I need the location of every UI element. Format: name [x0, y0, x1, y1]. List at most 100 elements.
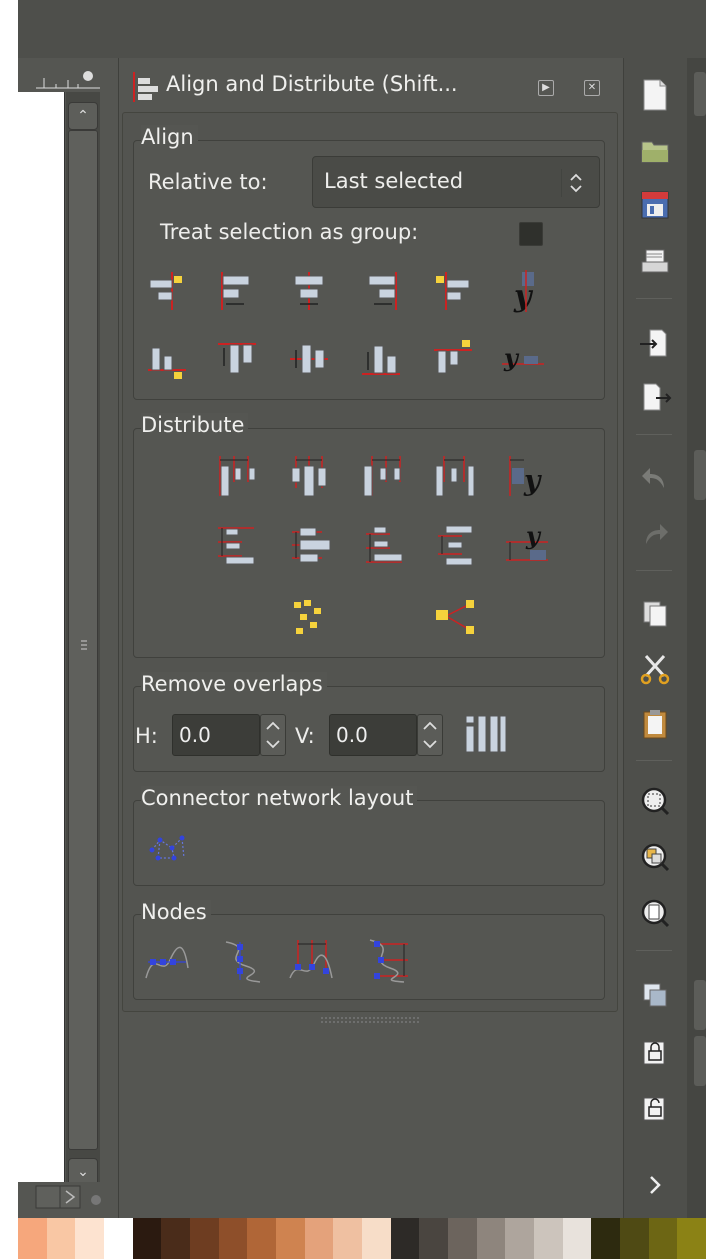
- scroll-up-button[interactable]: ⌃: [68, 102, 98, 130]
- export-button[interactable]: [634, 376, 676, 418]
- zoom-page-button[interactable]: [634, 892, 676, 934]
- palette-swatch[interactable]: [448, 1218, 477, 1259]
- redo-button[interactable]: [634, 514, 676, 556]
- align-top-to-bottom-button[interactable]: [144, 336, 190, 382]
- palette-swatch[interactable]: [591, 1218, 621, 1259]
- palette-swatch[interactable]: [419, 1218, 449, 1259]
- palette-swatch[interactable]: [132, 1218, 162, 1259]
- distribute-top-icon: [218, 527, 255, 565]
- h-gap-stepper[interactable]: [260, 714, 286, 756]
- snap-bar-button[interactable]: [694, 72, 706, 116]
- clone-button[interactable]: [634, 1032, 676, 1074]
- align-top-icon: [218, 343, 256, 374]
- distribute-left-edges-button[interactable]: [212, 452, 258, 498]
- palette-swatch[interactable]: [218, 1218, 248, 1259]
- cut-button[interactable]: [634, 648, 676, 690]
- duplicate-button[interactable]: [634, 974, 676, 1016]
- scroll-thumb[interactable]: [68, 130, 98, 1150]
- save-button[interactable]: [634, 184, 676, 226]
- new-document-button[interactable]: [634, 74, 676, 116]
- palette-swatch[interactable]: [562, 1218, 592, 1259]
- palette-swatch[interactable]: [104, 1218, 133, 1259]
- distribute-centers-vertically-button[interactable]: [286, 522, 332, 568]
- palette-swatch[interactable]: [276, 1218, 305, 1259]
- print-button[interactable]: [634, 242, 676, 284]
- panel-close-button[interactable]: ✕: [584, 80, 600, 96]
- palette-swatch[interactable]: [390, 1218, 420, 1259]
- top-bar: [18, 0, 706, 58]
- paste-button[interactable]: [634, 704, 676, 746]
- palette-swatch[interactable]: [505, 1218, 535, 1259]
- center-on-horizontal-axis-button[interactable]: [286, 336, 332, 382]
- distribute-baselines-vertical-button[interactable]: y: [504, 522, 550, 568]
- save-icon: [641, 191, 669, 219]
- align-top-edges-button[interactable]: [214, 336, 260, 382]
- palette-swatch[interactable]: [247, 1218, 277, 1259]
- copy-icon: [643, 601, 667, 627]
- zoom-selection-button[interactable]: [634, 780, 676, 822]
- arrange-connector-network-button[interactable]: [144, 826, 190, 872]
- palette-swatch[interactable]: [75, 1218, 105, 1259]
- more-tools-button[interactable]: [634, 1164, 676, 1206]
- align-right-edges-to-left-button[interactable]: [144, 268, 190, 314]
- horizontal-scrollbar[interactable]: [18, 1182, 118, 1218]
- palette-swatch[interactable]: [620, 1218, 649, 1259]
- palette-swatch[interactable]: [362, 1218, 391, 1259]
- unclump-objects-button[interactable]: [432, 594, 478, 640]
- copy-button[interactable]: [634, 592, 676, 634]
- palette-swatch[interactable]: [304, 1218, 334, 1259]
- unlink-clone-button[interactable]: [634, 1088, 676, 1130]
- align-bottom-edges-button[interactable]: [358, 336, 404, 382]
- palette-swatch[interactable]: [648, 1218, 678, 1259]
- import-button[interactable]: [634, 322, 676, 364]
- palette-swatch[interactable]: [677, 1218, 706, 1259]
- snap-bar-button[interactable]: [694, 1036, 706, 1086]
- align-baseline-anchors-horizontal-button[interactable]: y: [500, 268, 546, 314]
- treat-group-checkbox[interactable]: [519, 222, 543, 246]
- distribute-right-edges-button[interactable]: [360, 452, 406, 498]
- drawing-canvas[interactable]: [18, 92, 65, 1182]
- distribute-centers-horizontally-button[interactable]: [286, 452, 332, 498]
- align-baseline-anchors-vertical-button[interactable]: y: [500, 336, 546, 382]
- align-nodes-horizontal-button[interactable]: [144, 938, 190, 984]
- v-gap-stepper[interactable]: [417, 714, 443, 756]
- distribute-v-centers-icon: [292, 527, 331, 563]
- align-bottom-to-top-button[interactable]: [430, 336, 476, 382]
- randomize-centers-button[interactable]: [286, 594, 332, 640]
- palette-swatch[interactable]: [476, 1218, 506, 1259]
- distribute-baselines-horizontal-button[interactable]: y: [504, 452, 550, 498]
- palette-swatch[interactable]: [46, 1218, 76, 1259]
- open-button[interactable]: [634, 130, 676, 172]
- palette-swatch[interactable]: [18, 1218, 47, 1259]
- palette-swatch[interactable]: [190, 1218, 219, 1259]
- align-left-edges-to-right-button[interactable]: [430, 268, 476, 314]
- distribute-h-centers-icon: [291, 456, 327, 497]
- unclump-icon: [436, 600, 474, 634]
- h-gap-input[interactable]: 0.0: [172, 714, 260, 756]
- distribute-vertical-gaps-button[interactable]: [432, 522, 478, 568]
- align-left-edges-button[interactable]: [214, 268, 260, 314]
- distribute-nodes-vertical-button[interactable]: [364, 938, 410, 984]
- remove-overlaps-button[interactable]: [462, 710, 508, 756]
- palette-swatch[interactable]: [534, 1218, 563, 1259]
- panel-title: Align and Distribute (Shift...: [166, 72, 458, 96]
- palette-swatch[interactable]: [333, 1218, 363, 1259]
- align-right-edges-button[interactable]: [358, 268, 404, 314]
- panel-resize-grip[interactable]: [320, 1016, 420, 1024]
- redo-icon: [646, 524, 668, 544]
- more-chevron-icon: [650, 1176, 661, 1194]
- align-nodes-vertical-button[interactable]: [216, 938, 262, 984]
- center-on-vertical-axis-button[interactable]: [286, 268, 332, 314]
- distribute-top-edges-button[interactable]: [212, 522, 258, 568]
- v-gap-input[interactable]: 0.0: [329, 714, 417, 756]
- panel-iconify-button[interactable]: ▶: [538, 80, 554, 96]
- distribute-nodes-horizontal-button[interactable]: [288, 938, 334, 984]
- undo-button[interactable]: [634, 458, 676, 500]
- snap-bar-button[interactable]: [694, 980, 706, 1030]
- snap-bar-button[interactable]: [694, 450, 706, 500]
- distribute-bottom-edges-button[interactable]: [360, 522, 406, 568]
- distribute-horizontal-gaps-button[interactable]: [432, 452, 478, 498]
- palette-swatch[interactable]: [161, 1218, 191, 1259]
- relative-to-combo[interactable]: Last selected: [312, 156, 600, 208]
- zoom-drawing-button[interactable]: [634, 836, 676, 878]
